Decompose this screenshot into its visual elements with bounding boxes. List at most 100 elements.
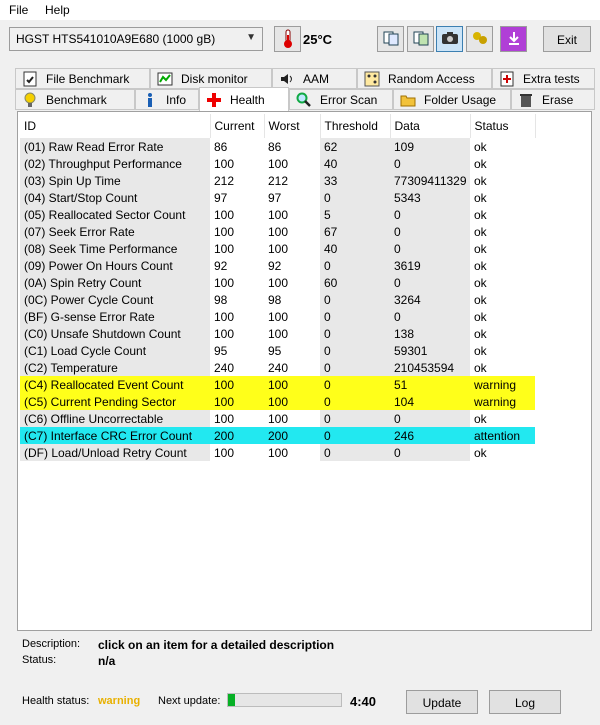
- tab-disk-monitor[interactable]: Disk monitor: [150, 68, 272, 89]
- cell-data: 5343: [390, 189, 470, 206]
- col-current[interactable]: Current: [210, 114, 265, 138]
- cell-data: 138: [390, 325, 470, 342]
- cell-status: ok: [474, 207, 487, 222]
- download-arrow-icon: [506, 30, 522, 49]
- cell-worst: 100: [268, 411, 289, 426]
- cell-current: 240: [214, 360, 235, 375]
- cell-current: 100: [214, 326, 235, 341]
- speaker-icon: [279, 71, 295, 87]
- tab-label: Disk monitor: [181, 71, 248, 86]
- col-data[interactable]: Data: [390, 114, 471, 138]
- exit-button[interactable]: Exit: [543, 26, 591, 52]
- drive-select[interactable]: HGST HTS541010A9E680 (1000 gB) ▼: [9, 27, 263, 51]
- tab-benchmark[interactable]: Benchmark: [15, 89, 135, 110]
- cell-status: ok: [474, 275, 487, 290]
- disk-monitor-icon: [157, 71, 173, 87]
- cell-current: 200: [210, 427, 264, 444]
- cell-data: 0: [390, 444, 470, 461]
- cell-worst: 100: [268, 207, 289, 222]
- table-row[interactable]: (0A) Spin Retry Count 100 100 60 0 ok: [20, 274, 535, 291]
- update-button[interactable]: Update: [406, 690, 478, 714]
- col-status[interactable]: Status: [470, 114, 536, 138]
- cell-id: (09) Power On Hours Count: [20, 257, 210, 274]
- cell-worst: 86: [268, 139, 282, 154]
- table-row[interactable]: (08) Seek Time Performance 100 100 40 0 ok: [20, 240, 535, 257]
- table-row[interactable]: (C2) Temperature 240 240 0 210453594 ok: [20, 359, 535, 376]
- table-row[interactable]: (DF) Load/Unload Retry Count 100 100 0 0 ok: [20, 444, 535, 461]
- menu-help[interactable]: Help: [45, 3, 70, 17]
- cell-worst: 200: [264, 427, 320, 444]
- cell-current: 98: [214, 292, 228, 307]
- tools-button[interactable]: [466, 26, 493, 52]
- log-button[interactable]: Log: [489, 690, 561, 714]
- table-row[interactable]: (01) Raw Read Error Rate 86 86 62 109 ok: [20, 138, 535, 155]
- col-threshold[interactable]: Threshold: [320, 114, 391, 138]
- tab-folder-usage[interactable]: Folder Usage: [393, 89, 511, 110]
- camera-icon: [441, 30, 459, 49]
- table-row[interactable]: (BF) G-sense Error Rate 100 100 0 0 ok: [20, 308, 535, 325]
- tab-random-access[interactable]: Random Access: [357, 68, 492, 89]
- menu-file[interactable]: File: [9, 3, 28, 17]
- chevron-down-icon: ▼: [246, 32, 256, 43]
- table-row[interactable]: (C6) Offline Uncorrectable 100 100 0 0 ok: [20, 410, 535, 427]
- table-row[interactable]: (04) Start/Stop Count 97 97 0 5343 ok: [20, 189, 535, 206]
- cell-threshold: 0: [320, 291, 390, 308]
- screenshot-button[interactable]: [436, 26, 463, 52]
- table-row[interactable]: (02) Throughput Performance 100 100 40 0 ok: [20, 155, 535, 172]
- cell-data: 109: [390, 138, 470, 155]
- cell-threshold: 0: [320, 444, 390, 461]
- health-status-label: Health status:: [22, 695, 90, 707]
- download-button[interactable]: [500, 26, 527, 52]
- table-row[interactable]: (C1) Load Cycle Count 95 95 0 59301 ok: [20, 342, 535, 359]
- table-row[interactable]: (C0) Unsafe Shutdown Count 100 100 0 138 ok: [20, 325, 535, 342]
- cell-threshold: 0: [320, 325, 390, 342]
- table-row[interactable]: (03) Spin Up Time 212 212 33 77309411329 ok: [20, 172, 535, 189]
- table-row[interactable]: (05) Reallocated Sector Count 100 100 5 0 ok: [20, 206, 535, 223]
- cell-status: ok: [474, 309, 487, 324]
- tab-error-scan[interactable]: Error Scan: [289, 89, 393, 110]
- cell-status: ok: [474, 292, 487, 307]
- col-id[interactable]: ID: [20, 114, 211, 138]
- cell-current: 100: [214, 411, 235, 426]
- cell-data: 0: [390, 274, 470, 291]
- cell-threshold: 33: [320, 172, 390, 189]
- cell-status: attention: [470, 427, 535, 444]
- cell-status: ok: [474, 190, 487, 205]
- cell-status: ok: [474, 360, 487, 375]
- tab-erase[interactable]: Erase: [511, 89, 595, 110]
- cell-status: ok: [474, 241, 487, 256]
- tab-strip: File Benchmark Disk monitor AAM Random A…: [15, 68, 595, 112]
- table-row[interactable]: (09) Power On Hours Count 92 92 0 3619 ok: [20, 257, 535, 274]
- toolbar: HGST HTS541010A9E680 (1000 gB) ▼ 25°C Ex…: [0, 20, 600, 64]
- table-row[interactable]: (C7) Interface CRC Error Count 200 200 0 246…: [20, 427, 535, 444]
- cell-current: 86: [214, 139, 228, 154]
- tab-extra-tests[interactable]: Extra tests: [492, 68, 595, 89]
- tab-health[interactable]: Health: [199, 87, 289, 111]
- table-row[interactable]: (07) Seek Error Rate 100 100 67 0 ok: [20, 223, 535, 240]
- tab-info[interactable]: Info: [135, 89, 199, 110]
- col-worst[interactable]: Worst: [264, 114, 321, 138]
- cell-worst: 240: [268, 360, 289, 375]
- cell-threshold: 0: [320, 427, 390, 444]
- copy-text-button[interactable]: [377, 26, 404, 52]
- copy-image-button[interactable]: [407, 26, 434, 52]
- tab-file-benchmark[interactable]: File Benchmark: [15, 68, 150, 89]
- copy-image-icon: [413, 30, 429, 49]
- table-row[interactable]: (C4) Reallocated Event Count 100 100 0 51 war…: [20, 376, 535, 393]
- cell-threshold: 40: [320, 155, 390, 172]
- cell-threshold: 0: [320, 308, 390, 325]
- table-header-row: ID Current Worst Threshold Data Status: [20, 114, 536, 138]
- cell-worst: 100: [264, 376, 320, 393]
- tab-aam[interactable]: AAM: [272, 68, 357, 89]
- cell-worst: 100: [268, 309, 289, 324]
- cell-id: (07) Seek Error Rate: [20, 223, 210, 240]
- cell-data: 0: [390, 308, 470, 325]
- cell-threshold: 0: [320, 376, 390, 393]
- table-row[interactable]: (C5) Current Pending Sector 100 100 0 104 war…: [20, 393, 535, 410]
- table-row[interactable]: (0C) Power Cycle Count 98 98 0 3264 ok: [20, 291, 535, 308]
- cell-id: (C6) Offline Uncorrectable: [20, 410, 210, 427]
- tab-label: Random Access: [388, 71, 475, 86]
- trash-icon: [518, 92, 534, 108]
- cell-worst: 100: [268, 241, 289, 256]
- cell-current: 100: [214, 207, 235, 222]
